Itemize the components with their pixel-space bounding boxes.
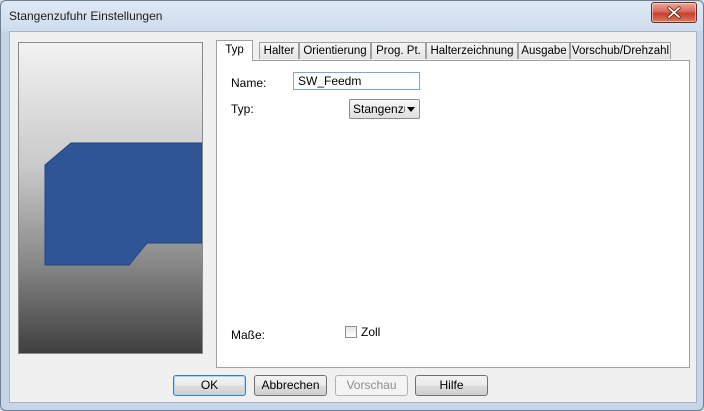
inch-label: Zoll	[361, 325, 381, 339]
close-icon	[667, 6, 681, 19]
tab-typ[interactable]: Typ	[216, 40, 253, 61]
close-button[interactable]	[651, 2, 697, 23]
help-button[interactable]: Hilfe	[415, 375, 488, 396]
tab-panel-typ: Name: Typ: Stangenzu Maße: Zoll	[216, 60, 690, 368]
inch-checkbox[interactable]	[345, 326, 357, 338]
tab-halterzeichnung[interactable]: Halterzeichnung	[426, 42, 518, 59]
chevron-down-icon	[407, 107, 415, 112]
tab-orientierung[interactable]: Orientierung	[299, 42, 371, 59]
cancel-button[interactable]: Abbrechen	[254, 375, 327, 396]
dims-label: Maße:	[231, 328, 266, 342]
bar-stock-shape	[44, 142, 202, 266]
bar-feeder-preview	[18, 42, 203, 354]
preview-button[interactable]: Vorschau	[335, 375, 408, 396]
type-label: Typ:	[231, 102, 254, 116]
ok-button[interactable]: OK	[173, 375, 246, 396]
name-input[interactable]	[293, 72, 420, 90]
tab-vorschub-drehzahl[interactable]: Vorschub/Drehzahl	[570, 42, 671, 59]
window-title: Stangenzufuhr Einstellungen	[9, 9, 163, 23]
dialog-window: Stangenzufuhr Einstellungen Typ Halter O…	[0, 0, 704, 411]
type-select[interactable]: Stangenzu	[349, 99, 420, 119]
type-select-value: Stangenzu	[353, 102, 405, 116]
name-label: Name:	[231, 76, 267, 90]
tab-ausgabe[interactable]: Ausgabe	[518, 42, 570, 59]
tab-prog-pt[interactable]: Prog. Pt.	[371, 42, 426, 59]
title-bar[interactable]: Stangenzufuhr Einstellungen	[1, 1, 703, 31]
tab-halter[interactable]: Halter	[259, 42, 299, 59]
dialog-body: Typ Halter Orientierung Prog. Pt. Halter…	[9, 31, 697, 403]
